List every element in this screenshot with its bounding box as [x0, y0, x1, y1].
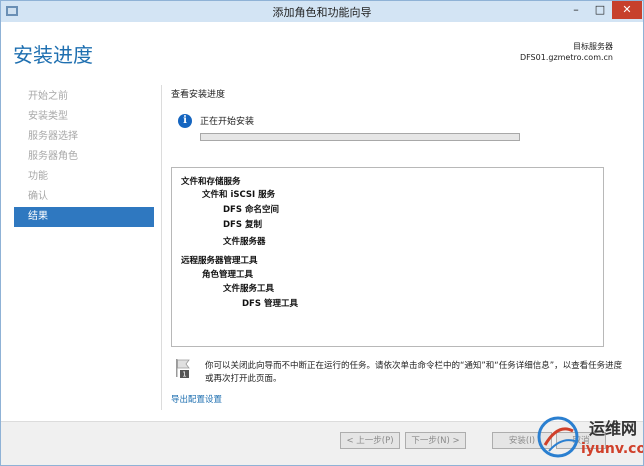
- result-item: DFS 命名空间: [223, 205, 279, 215]
- info-icon: i: [178, 114, 192, 128]
- title-bar[interactable]: 添加角色和功能向导 – □ ✕: [1, 1, 643, 22]
- destination-server-name: DFS01.gzmetro.com.cn: [519, 53, 613, 62]
- previous-button[interactable]: < 上一步(P): [340, 432, 400, 449]
- result-item: DFS 管理工具: [242, 299, 298, 309]
- result-item: 文件和 iSCSI 服务: [202, 190, 276, 200]
- flag-icon: 1: [176, 359, 190, 379]
- result-item: DFS 复制: [223, 220, 262, 230]
- nav-step-results[interactable]: 结果: [14, 207, 154, 227]
- nav-step-confirmation: 确认: [28, 191, 48, 202]
- close-button[interactable]: ✕: [612, 1, 642, 19]
- nav-step-features: 功能: [28, 171, 48, 182]
- wizard-steps-nav: 开始之前 安装类型 服务器选择 服务器角色 功能 确认 结果: [14, 87, 154, 227]
- nav-step-before-you-begin: 开始之前: [28, 91, 68, 102]
- wizard-window: 添加角色和功能向导 – □ ✕ 安装进度 目标服务器 DFS01.gzmetro…: [0, 0, 644, 466]
- installation-status-text: 正在开始安装: [200, 117, 255, 127]
- page-title: 安装进度: [13, 43, 93, 67]
- watermark: 运维网 iyunv.com: [537, 413, 643, 465]
- watermark-logo-icon: [537, 416, 579, 458]
- export-configuration-link[interactable]: 导出配置设置: [171, 393, 222, 405]
- notice-text: 你可以关闭此向导而不中断正在运行的任务。请依次单击命令栏中的“通知”和“任务详细…: [205, 361, 623, 384]
- nav-step-installation-type: 安装类型: [28, 111, 68, 122]
- result-item: 文件和存储服务: [181, 177, 241, 187]
- minimize-button[interactable]: –: [564, 1, 588, 19]
- result-item: 文件服务工具: [223, 284, 275, 294]
- nav-step-server-roles: 服务器角色: [28, 151, 78, 162]
- svg-text:1: 1: [182, 371, 186, 379]
- watermark-text: 运维网: [589, 419, 638, 438]
- destination-server-label: 目标服务器: [573, 42, 613, 51]
- section-title: 查看安装进度: [171, 90, 226, 100]
- results-list[interactable]: 文件和存储服务 文件和 iSCSI 服务 DFS 命名空间 DFS 复制 文件服…: [171, 167, 604, 347]
- installation-progress-bar: [200, 133, 520, 141]
- window-title: 添加角色和功能向导: [272, 6, 372, 19]
- nav-step-server-selection: 服务器选择: [28, 131, 78, 142]
- result-item: 文件服务器: [223, 237, 266, 247]
- watermark-url: iyunv.com: [581, 441, 643, 457]
- sidebar-divider: [161, 85, 162, 410]
- next-button[interactable]: 下一步(N) >: [405, 432, 466, 449]
- maximize-button[interactable]: □: [588, 1, 612, 19]
- result-item: 角色管理工具: [202, 270, 254, 280]
- result-item: 远程服务器管理工具: [181, 256, 258, 266]
